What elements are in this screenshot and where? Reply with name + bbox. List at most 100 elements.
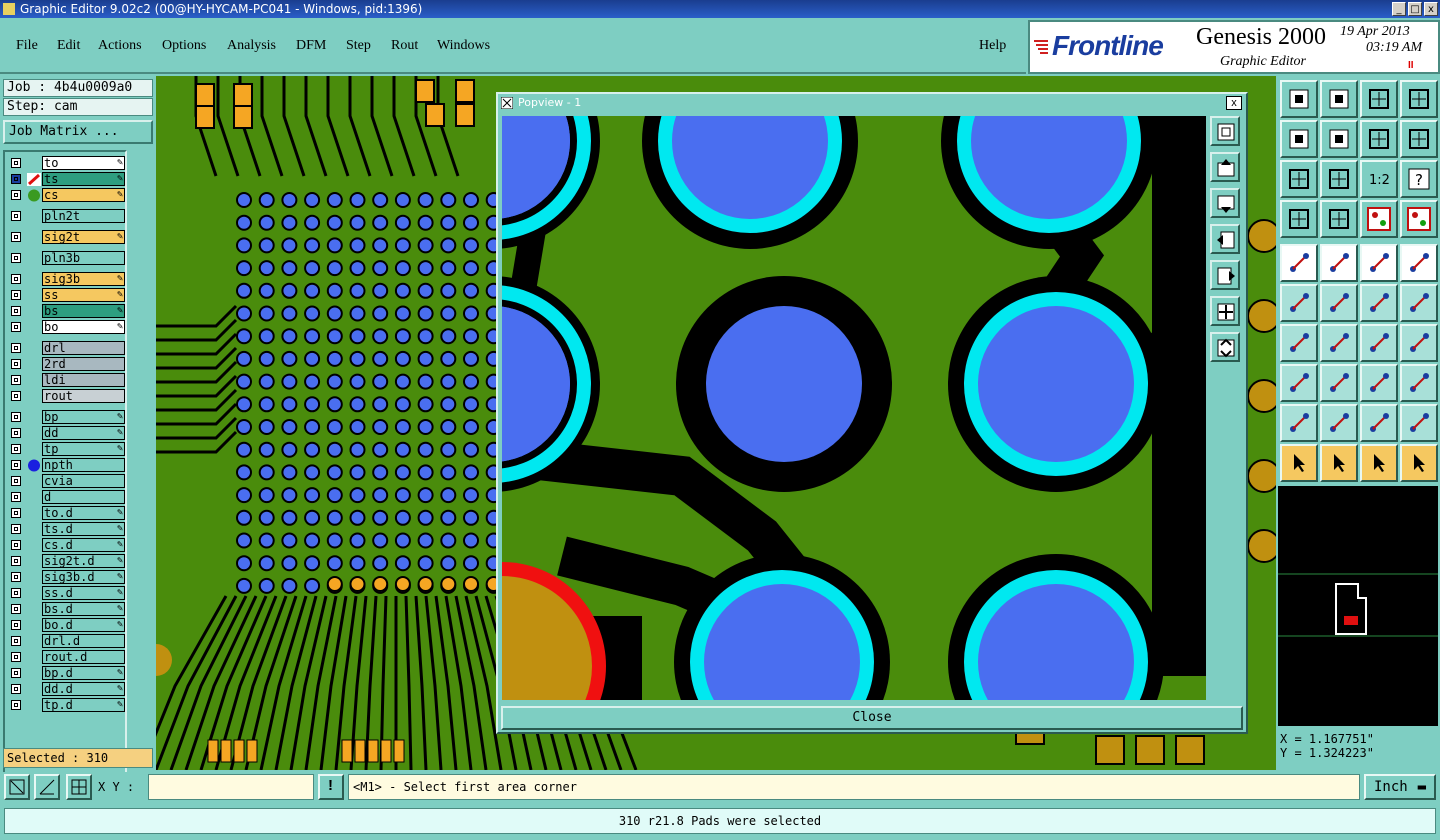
layer-name[interactable]: ts.d ✎ [42,522,125,536]
layer-name[interactable]: npth [42,458,125,472]
break-tool-button[interactable] [1320,364,1358,402]
layer-checkbox[interactable] [11,508,21,518]
window-split-button[interactable] [1400,80,1438,118]
arc-tool-button[interactable] [1360,324,1398,362]
layer-name[interactable]: 2rd [42,357,125,371]
layer-row-d[interactable]: d [7,490,125,505]
layer-row-sig2t-d[interactable]: sig2t.d ✎ [7,554,125,569]
route-tool-button[interactable] [1400,444,1438,482]
drill-tool-button[interactable] [1400,364,1438,402]
popview-zoom-home-button[interactable] [1210,116,1240,146]
triangle-alt-tool-button[interactable] [1320,404,1358,442]
slash-tool-button[interactable] [1320,324,1358,362]
pointer-box-tool-button[interactable] [1320,444,1358,482]
layer-row-to-d[interactable]: to.d ✎ [7,506,125,521]
layer-name[interactable]: dd ✎ [42,426,125,440]
layer-checkbox[interactable] [11,211,21,221]
measure-button[interactable] [34,774,60,800]
popview-pan-right-button[interactable] [1210,260,1240,290]
layer-name[interactable]: sig3b.d ✎ [42,570,125,584]
layer-checkbox[interactable] [11,556,21,566]
pause-icon[interactable]: II [1408,60,1414,71]
layer-name[interactable]: d [42,490,125,504]
layer-name[interactable]: bo ✎ [42,320,125,334]
line-tool-button[interactable] [1320,244,1358,282]
layer-name[interactable]: cs ✎ [42,188,125,202]
triangle-tool-button[interactable] [1280,404,1318,442]
layer-row-dd-d[interactable]: dd.d ✎ [7,682,125,697]
layer-row-cvia[interactable]: cvia [7,474,125,489]
popview-pan-up-button[interactable] [1210,152,1240,182]
layer-name[interactable]: bp ✎ [42,410,125,424]
layer-checkbox[interactable] [11,524,21,534]
layer-row-to[interactable]: to ✎ [7,156,125,171]
angle-tool-button[interactable] [1280,324,1318,362]
layer-checkbox[interactable] [11,412,21,422]
pointer-select-tool-button[interactable] [1360,444,1398,482]
cross-tool-button[interactable] [1320,284,1358,322]
arch-tool-button[interactable] [1360,404,1398,442]
layer-row-npth[interactable]: npth [7,458,125,473]
layer-checkbox[interactable] [11,476,21,486]
layer-row-drl[interactable]: drl [7,341,125,356]
layer-row-bs-d[interactable]: bs.d ✎ [7,602,125,617]
pan-up-button[interactable] [1280,80,1318,118]
layer-name[interactable]: sig2t ✎ [42,230,125,244]
layer-checkbox[interactable] [11,274,21,284]
layer-checkbox[interactable] [11,359,21,369]
maximize-button[interactable]: □ [1408,2,1422,16]
layer-row-bs[interactable]: bs ✎ [7,304,125,319]
help-button[interactable]: ? [1400,160,1438,198]
layer-checkbox[interactable] [11,540,21,550]
layer-name[interactable]: sig3b ✎ [42,272,125,286]
layer-checkbox[interactable] [11,232,21,242]
layer-name[interactable]: pln2t [42,209,125,223]
ruler-button[interactable] [1360,244,1398,282]
layer-checkbox[interactable] [11,158,21,168]
layer-checkbox[interactable] [11,190,21,200]
menu-actions[interactable]: Actions [98,38,142,54]
redraw-button[interactable] [1360,120,1398,158]
menu-help[interactable]: Help [979,38,1006,54]
grid-snap-button[interactable] [66,774,92,800]
layer-row-ldi[interactable]: ldi [7,373,125,388]
layer-checkbox[interactable] [11,652,21,662]
layer-name[interactable]: ss ✎ [42,288,125,302]
pan-right-button[interactable] [1320,120,1358,158]
layer-checkbox[interactable] [11,460,21,470]
scale-button[interactable]: 1:2 [1360,160,1398,198]
resize-tool-button[interactable] [1360,364,1398,402]
layer-name[interactable]: rout.d [42,650,125,664]
area-select-button[interactable] [4,774,30,800]
xy-input[interactable] [148,774,314,800]
layer-checkbox[interactable] [11,572,21,582]
layer-row-bp[interactable]: bp ✎ [7,410,125,425]
surface-tool-button[interactable] [1400,244,1438,282]
select-region-button[interactable] [1280,364,1318,402]
measure-tools-button[interactable] [1280,200,1318,238]
layer-row-pln2t[interactable]: pln2t [7,209,125,224]
layer-checkbox[interactable] [11,391,21,401]
layer-checkbox[interactable] [11,253,21,263]
layer-checkbox[interactable] [11,428,21,438]
minimize-button[interactable]: _ [1392,2,1406,16]
layer-checkbox[interactable] [11,322,21,332]
layer-name[interactable]: pln3b [42,251,125,265]
layer-name[interactable]: drl.d [42,634,125,648]
layer-checkbox[interactable] [11,620,21,630]
layer-row-ss-d[interactable]: ss.d ✎ [7,586,125,601]
layer-name[interactable]: cs.d ✎ [42,538,125,552]
layer-row-cs[interactable]: cs ✎ [7,188,125,203]
zoom-fit-button[interactable] [1280,160,1318,198]
layer-name[interactable]: bp.d ✎ [42,666,125,680]
menu-step[interactable]: Step [346,38,371,54]
pad-select-button[interactable] [1280,244,1318,282]
layer-name[interactable]: tp.d ✎ [42,698,125,712]
popview-canvas[interactable] [502,116,1206,700]
layer-name[interactable]: cvia [42,474,125,488]
layer-name[interactable]: to ✎ [42,156,125,170]
menu-edit[interactable]: Edit [57,38,80,54]
pan-left-button[interactable] [1280,120,1318,158]
menu-options[interactable]: Options [162,38,206,54]
layer-row-ss[interactable]: ss ✎ [7,288,125,303]
